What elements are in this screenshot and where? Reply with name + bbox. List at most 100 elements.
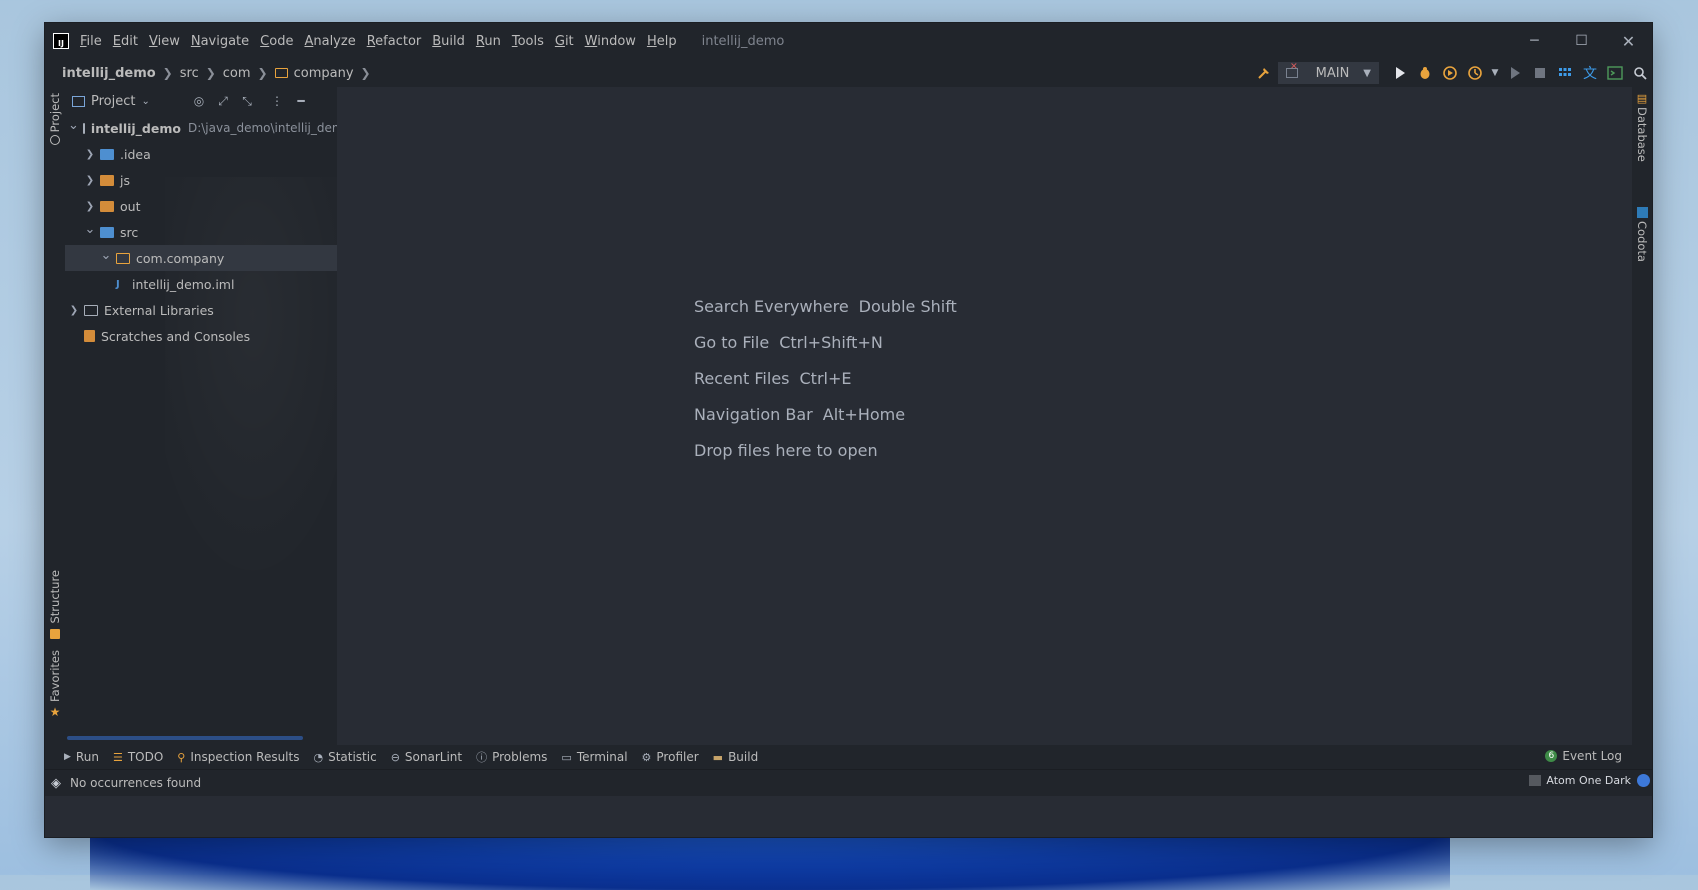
bottom-tab-terminal[interactable]: ▭ Terminal <box>561 749 627 765</box>
tab-project[interactable]: Project <box>45 93 65 146</box>
breadcrumb-item[interactable]: intellij_demo <box>62 66 156 81</box>
bottom-tab-statistic[interactable]: ◔ Statistic <box>313 749 376 765</box>
tab-database[interactable]: ▤ Database <box>1635 92 1649 162</box>
profile-icon[interactable] <box>1463 61 1487 85</box>
bottom-tab-todo[interactable]: ☰ TODO <box>113 749 163 765</box>
tree-item[interactable]: Scratches and Consoles <box>65 323 337 349</box>
terminal-icon[interactable] <box>1603 61 1627 85</box>
menu-item-file[interactable]: File <box>80 34 102 49</box>
star-icon: ★ <box>49 704 61 719</box>
dropdown-icon[interactable]: ▼ <box>1488 61 1502 85</box>
chevron-right-icon: ❯ <box>257 66 268 80</box>
bottom-tab-sonarlint[interactable]: ⊖ SonarLint <box>391 749 462 765</box>
tree-item[interactable]: ⌄ intellij_demo D:\java_demo\intellij_dem <box>65 115 337 141</box>
hint-shortcut: Ctrl+Shift+N <box>779 333 883 352</box>
breadcrumb-item[interactable]: company <box>274 66 354 81</box>
tree-item-label: External Libraries <box>104 302 214 318</box>
bottom-tab-build[interactable]: ▬ Build <box>713 749 759 765</box>
project-view-selector[interactable]: Project ⌄ <box>72 94 150 109</box>
tab-favorites[interactable]: Favorites ★ <box>45 650 65 719</box>
menu-item-analyze[interactable]: Analyze <box>304 34 355 49</box>
menu-item-edit[interactable]: Edit <box>113 34 138 49</box>
collapse-all-icon[interactable]: ⤡ <box>238 92 256 110</box>
bottom-tab-label: Build <box>728 750 759 764</box>
menu-item-git[interactable]: Git <box>555 34 574 49</box>
tree-item-label: intellij_demo.iml <box>132 276 235 292</box>
run-icon[interactable] <box>1388 61 1412 85</box>
tree-item[interactable]: ❯ .idea <box>65 141 337 167</box>
run-config-selector[interactable]: ✕ MAIN ▼ <box>1278 62 1379 84</box>
app-logo-icon: IJ <box>53 33 69 49</box>
stop-icon[interactable] <box>1528 61 1552 85</box>
debug-icon[interactable] <box>1413 61 1437 85</box>
tab-codota[interactable]: Codota <box>1635 207 1649 262</box>
theme-name: Atom One Dark <box>1546 774 1631 787</box>
profiler-icon: ⚙ <box>641 750 652 764</box>
bottom-tab-label: Run <box>75 750 99 764</box>
chevron-right-icon: ❯ <box>205 66 216 80</box>
maximize-button[interactable]: ☐ <box>1558 23 1605 59</box>
chevron-down-icon[interactable]: ⌄ <box>68 118 79 133</box>
menu-item-help[interactable]: Help <box>647 34 677 49</box>
bottom-tab-label: Inspection Results <box>190 750 300 764</box>
search-icon[interactable] <box>1628 61 1652 85</box>
layers-icon[interactable]: ◈ <box>51 776 61 791</box>
breadcrumb: intellij_demo ❯ src ❯ com ❯ company ❯ <box>62 66 378 81</box>
menu-item-run[interactable]: Run <box>476 34 501 49</box>
tree-item[interactable]: ❯ out <box>65 193 337 219</box>
menu-item-navigate[interactable]: Navigate <box>191 34 249 49</box>
chevron-down-icon[interactable]: ⌄ <box>100 248 112 263</box>
breadcrumb-item[interactable]: src <box>180 66 199 81</box>
menu-item-window[interactable]: Window <box>585 34 636 49</box>
ide-window: IJ File Edit View Navigate Code Analyze Refact… <box>45 23 1652 837</box>
tree-item[interactable]: Jintellij_demo.iml <box>65 271 337 297</box>
close-button[interactable]: ✕ <box>1605 23 1652 59</box>
grid-icon[interactable] <box>1553 61 1577 85</box>
chevron-right-icon[interactable]: ❯ <box>84 149 96 160</box>
chevron-right-icon[interactable]: ❯ <box>84 201 96 212</box>
locate-icon[interactable]: ◎ <box>190 92 208 110</box>
event-log-label: Event Log <box>1562 749 1622 763</box>
translate-icon[interactable]: 文 <box>1578 61 1602 85</box>
coverage-icon[interactable] <box>1438 61 1462 85</box>
event-log-tab[interactable]: 6 Event Log <box>1545 749 1622 763</box>
tree-item-path: D:\java_demo\intellij_dem <box>187 121 337 135</box>
bottom-tab-label: Problems <box>492 750 548 764</box>
chevron-down-icon[interactable]: ⌄ <box>84 222 96 237</box>
expand-all-icon[interactable]: ⤢ <box>214 92 232 110</box>
bottom-tab-run[interactable]: ▶ Run <box>64 749 99 765</box>
menu-item-view[interactable]: View <box>149 34 180 49</box>
window-controls: ─ ☐ ✕ <box>1511 23 1652 59</box>
editor-hint: Drop files here to open <box>694 441 878 460</box>
tree-item[interactable]: ⌄ src <box>65 219 337 245</box>
tree-item[interactable]: ❯ External Libraries <box>65 297 337 323</box>
resume-icon[interactable] <box>1503 61 1527 85</box>
status-message: No occurrences found <box>70 776 202 790</box>
menu-item-refactor[interactable]: Refactor <box>367 34 422 49</box>
package-icon <box>116 252 130 264</box>
tab-structure[interactable]: Structure <box>45 570 65 639</box>
tree-item[interactable]: ⌄ com.company <box>65 245 337 271</box>
hide-panel-icon[interactable]: ━ <box>292 92 310 110</box>
database-icon: ▤ <box>1636 92 1648 105</box>
folder-blue-icon <box>100 148 114 160</box>
bottom-tab-label: TODO <box>127 750 164 764</box>
horizontal-scrollbar[interactable] <box>67 736 303 740</box>
bottom-tab-profiler[interactable]: ⚙ Profiler <box>642 749 699 765</box>
desktop-wallpaper-bloom <box>90 830 1450 890</box>
window-title: intellij_demo <box>701 33 785 49</box>
breadcrumb-item[interactable]: com <box>223 66 251 81</box>
theme-indicator[interactable]: Atom One Dark <box>1529 774 1652 787</box>
menu-item-tools[interactable]: Tools <box>512 34 544 49</box>
tab-codota-label: Codota <box>1635 221 1649 262</box>
hammer-icon[interactable] <box>1252 61 1276 85</box>
bottom-tab-problems[interactable]: ⓘ Problems <box>476 749 547 765</box>
bottom-tab-inspection-results[interactable]: ⚲ Inspection Results <box>177 749 299 765</box>
tree-item[interactable]: ❯ js <box>65 167 337 193</box>
minimize-button[interactable]: ─ <box>1511 23 1558 59</box>
menu-item-build[interactable]: Build <box>432 34 465 49</box>
options-menu-icon[interactable]: ⋮ <box>268 92 286 110</box>
chevron-right-icon[interactable]: ❯ <box>84 175 96 186</box>
chevron-right-icon[interactable]: ❯ <box>68 305 80 316</box>
menu-item-code[interactable]: Code <box>260 34 293 49</box>
